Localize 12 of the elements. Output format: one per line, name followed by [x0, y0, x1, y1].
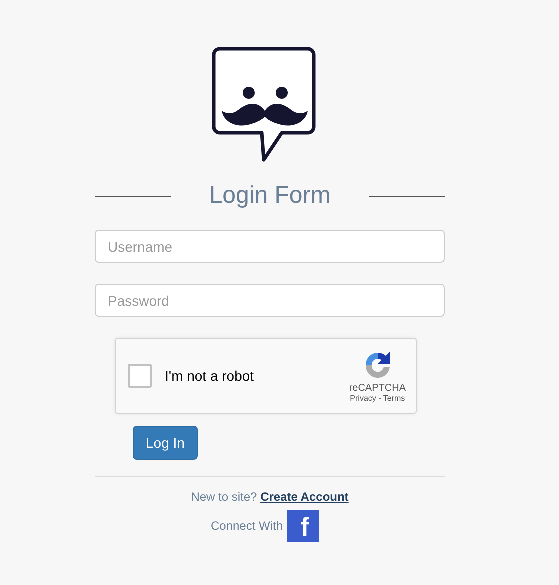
captcha-label: I'm not a robot — [165, 368, 256, 384]
connect-with-label: Connect With — [210, 519, 284, 533]
form-title: Login Form — [208, 182, 332, 210]
username-field[interactable]: Username — [95, 230, 445, 263]
captcha-checkbox[interactable] — [128, 364, 152, 388]
signup-prompt: New to site? Create Account — [190, 490, 350, 504]
privacy-terms-link[interactable]: Privacy - Terms — [350, 394, 406, 403]
password-field[interactable]: Password — [95, 284, 445, 317]
create-account-link[interactable]: Create Account — [260, 490, 349, 504]
captcha-brand: reCAPTCHA — [349, 383, 406, 394]
facebook-button[interactable]: f — [287, 510, 320, 542]
login-button[interactable]: Log In — [133, 426, 198, 460]
